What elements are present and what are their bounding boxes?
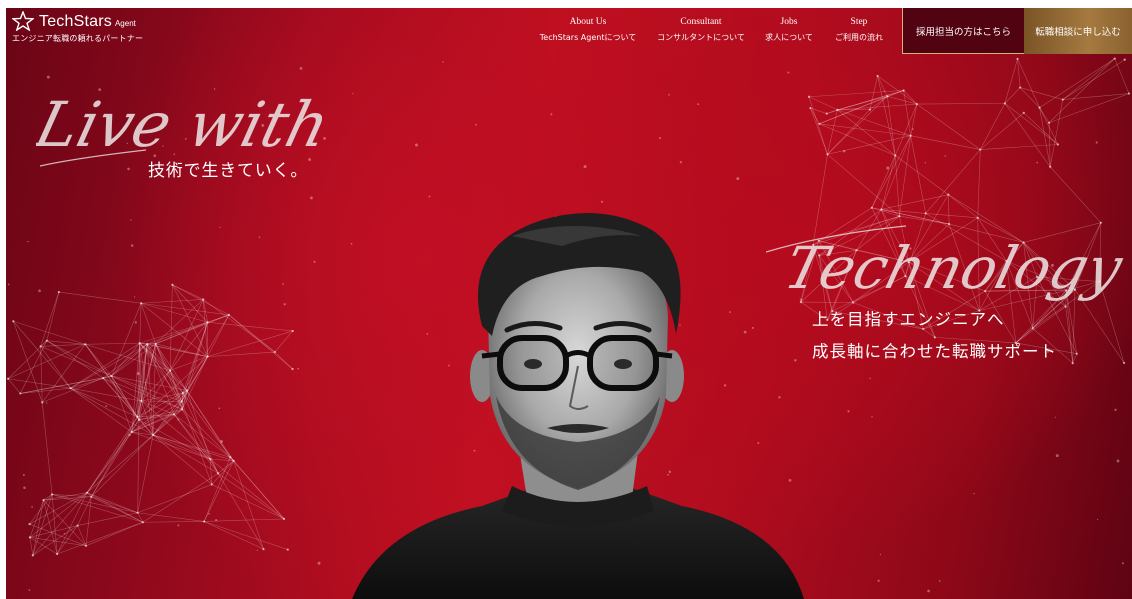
nav-jobs-en: Jobs [780,17,798,27]
star-logo-icon [12,11,34,31]
nav-jobs-jp: 求人について [765,33,813,42]
nav-consultant-jp: コンサルタントについて [657,33,745,42]
headline-left: 技術で生きていく。 [148,161,309,181]
nav-jobs[interactable]: Jobs 求人について [758,15,820,45]
hero-section: Live with Technology 技術で生きていく。 上を目指すエンジニ… [6,8,1132,599]
nav-step-en: Step [850,17,868,27]
headline-right-line-1: 上を目指すエンジニアへ [812,310,1005,329]
brand-sub: Agent [114,19,136,28]
logo[interactable]: TechStars Agent エンジニア転職の頼れるパートナー [12,11,143,44]
nav-about-jp: TechStars Agentについて [539,33,637,42]
site-header: TechStars Agent エンジニア転職の頼れるパートナー About U… [6,8,1132,54]
nav-about[interactable]: About Us TechStars Agentについて [532,15,644,45]
headline-right-line-2: 成長軸に合わせた転職サポート [812,342,1057,361]
headline-right: 上を目指すエンジニアへ 成長軸に合わせた転職サポート [812,304,1057,368]
recruiter-button[interactable]: 採用担当の方はこちら [902,8,1024,54]
nav-about-en: About Us [569,17,607,27]
brand-name: TechStars [39,13,112,30]
nav-consultant[interactable]: Consultant コンサルタントについて [646,15,756,45]
nav-consultant-en: Consultant [680,17,722,27]
nav-step-jp: ご利用の流れ [835,33,883,42]
brand-tagline: エンジニア転職の頼れるパートナー [12,34,144,43]
script-technology: Technology [766,225,1130,302]
svg-text:Technology: Technology [778,234,1130,302]
hero-portrait [352,212,804,599]
apply-button[interactable]: 転職相談に申し込む [1024,8,1132,54]
svg-text:Live with: Live with [36,89,336,161]
nav-step[interactable]: Step ご利用の流れ [824,15,894,45]
